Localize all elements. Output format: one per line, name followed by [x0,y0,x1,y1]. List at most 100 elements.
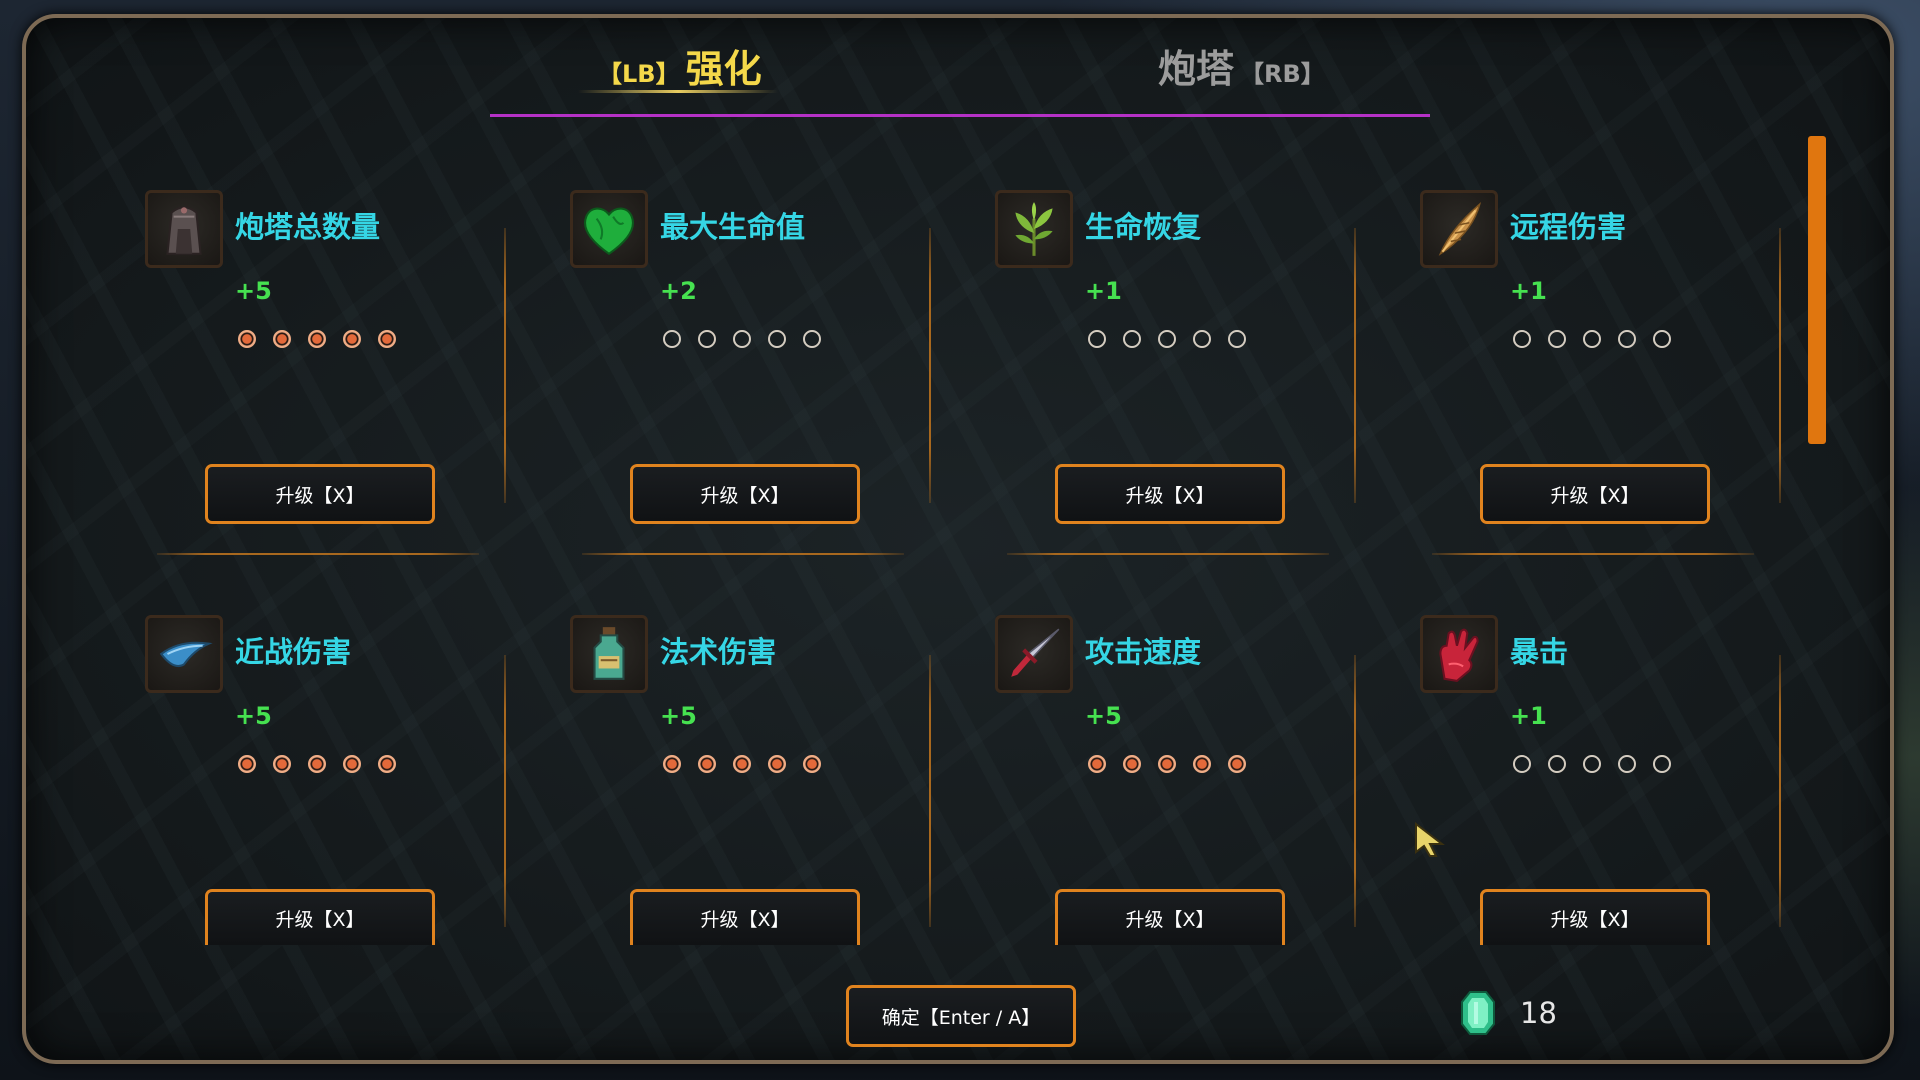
upgrade-button[interactable]: 升级【X】 [1480,889,1710,945]
herb-icon [995,190,1073,268]
level-pip-empty [733,330,751,348]
upgrade-bonus: +5 [660,702,697,730]
level-pips [1513,755,1671,773]
column-divider [1354,228,1356,503]
upgrade-card-health-regen: 生命恢复 +1 升级【X】 [995,190,1420,615]
level-pips [238,755,396,773]
level-pip-filled [803,755,821,773]
upgrade-button[interactable]: 升级【X】 [1055,464,1285,524]
level-pip-empty [768,330,786,348]
upgrade-card-max-health: 最大生命值 +2 升级【X】 [570,190,995,615]
upgrade-title: 近战伤害 [235,635,352,669]
heart-icon [570,190,648,268]
upgrade-button[interactable]: 升级【X】 [1055,889,1285,945]
level-pip-filled [273,755,291,773]
level-pip-empty [1228,330,1246,348]
level-pip-filled [308,330,326,348]
confirm-button[interactable]: 确定【Enter / A】 [846,985,1076,1047]
level-pip-filled [343,755,361,773]
upgrade-bonus: +1 [1510,277,1547,305]
level-pip-filled [1088,755,1106,773]
level-pip-empty [1513,755,1531,773]
level-pip-filled [1158,755,1176,773]
currency-count: 18 [1520,996,1557,1030]
level-pips [1088,330,1246,348]
upgrade-title: 最大生命值 [660,210,806,244]
feather-icon [1420,190,1498,268]
level-pip-empty [663,330,681,348]
level-pip-empty [1583,330,1601,348]
glove-icon [1420,615,1498,693]
level-pip-empty [1193,330,1211,348]
level-pip-filled [733,755,751,773]
level-pip-filled [343,330,361,348]
level-pip-empty [1123,330,1141,348]
level-pip-empty [1158,330,1176,348]
level-pip-empty [1653,330,1671,348]
upgrade-button[interactable]: 升级【X】 [630,889,860,945]
upgrade-title: 炮塔总数量 [235,210,381,244]
level-pip-filled [378,755,396,773]
currency-display: 18 [1460,990,1557,1036]
dagger-icon [995,615,1073,693]
upgrade-bonus: +2 [660,277,697,305]
level-pip-empty [1653,755,1671,773]
upgrade-title: 远程伤害 [1510,210,1627,244]
upgrade-title: 暴击 [1510,635,1569,669]
column-divider [929,228,931,503]
level-pips [663,330,821,348]
row-divider [582,553,904,555]
level-pip-filled [698,755,716,773]
cursor-icon [1415,822,1445,857]
column-divider [1779,655,1781,927]
upgrade-bonus: +5 [235,277,272,305]
upgrade-card-melee-damage: 近战伤害 +5 升级【X】 [145,615,570,1040]
upgrade-card-critical: 暴击 +1 升级【X】 [1420,615,1845,1040]
level-pip-filled [663,755,681,773]
column-divider [504,655,506,927]
level-pips [1088,755,1246,773]
level-pips [1513,330,1671,348]
tower-icon [145,190,223,268]
column-divider [504,228,506,503]
level-pip-empty [803,330,821,348]
level-pips [663,755,821,773]
upgrade-button[interactable]: 升级【X】 [630,464,860,524]
level-pip-filled [378,330,396,348]
upgrade-grid: 炮塔总数量 +5 升级【X】 最大生命值 +2 升级【X】 生命恢复 +1 升级… [0,0,1920,1080]
upgrade-title: 法术伤害 [660,635,777,669]
upgrade-title: 生命恢复 [1085,210,1202,244]
column-divider [929,655,931,927]
row-divider [157,553,479,555]
level-pip-empty [1618,755,1636,773]
upgrade-bonus: +1 [1510,702,1547,730]
level-pip-filled [768,755,786,773]
level-pip-empty [1583,755,1601,773]
gem-icon [1461,991,1495,1035]
level-pip-filled [238,330,256,348]
column-divider [1354,655,1356,927]
upgrade-button[interactable]: 升级【X】 [205,464,435,524]
potion-icon [570,615,648,693]
blade-icon [145,615,223,693]
level-pip-filled [1193,755,1211,773]
level-pips [238,330,396,348]
upgrade-card-spell-damage: 法术伤害 +5 升级【X】 [570,615,995,1040]
level-pip-empty [1548,330,1566,348]
level-pip-empty [698,330,716,348]
upgrade-title: 攻击速度 [1085,635,1202,669]
upgrade-card-ranged-damage: 远程伤害 +1 升级【X】 [1420,190,1845,615]
row-divider [1007,553,1329,555]
level-pip-filled [273,330,291,348]
level-pip-filled [238,755,256,773]
level-pip-filled [1123,755,1141,773]
row-divider [1432,553,1754,555]
upgrade-bonus: +1 [1085,277,1122,305]
level-pip-filled [308,755,326,773]
upgrade-bonus: +5 [1085,702,1122,730]
level-pip-empty [1618,330,1636,348]
upgrade-button[interactable]: 升级【X】 [205,889,435,945]
upgrade-card-attack-speed: 攻击速度 +5 升级【X】 [995,615,1420,1040]
upgrade-card-tower-count: 炮塔总数量 +5 升级【X】 [145,190,570,615]
upgrade-button[interactable]: 升级【X】 [1480,464,1710,524]
